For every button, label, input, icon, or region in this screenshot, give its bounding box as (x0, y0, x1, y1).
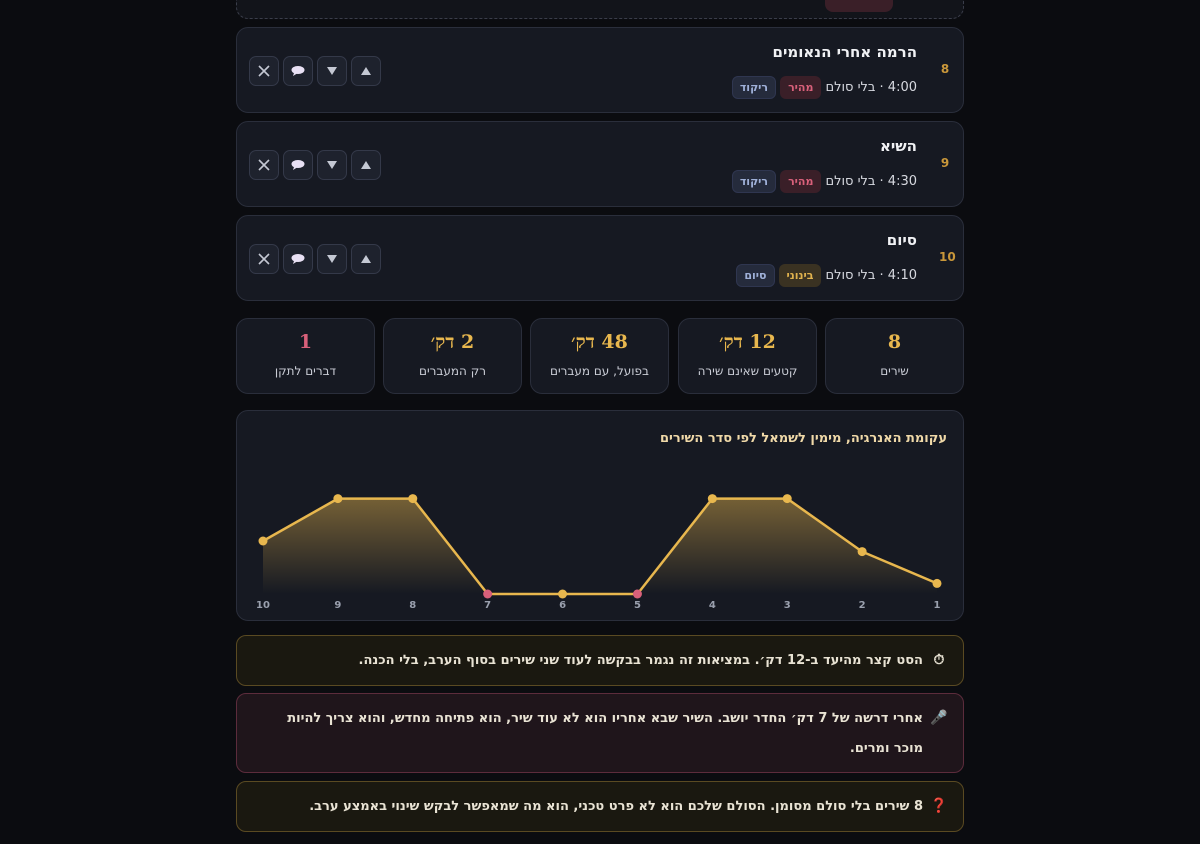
close-icon (258, 253, 270, 265)
energy-area (263, 498, 937, 594)
song-number: 10 (939, 250, 956, 264)
remove-button[interactable] (249, 56, 279, 86)
song-duration-key: 4:00 · בלי סולם (825, 80, 917, 95)
song-number: 9 (940, 156, 950, 170)
energy-point-7 (483, 589, 493, 599)
note-short-set: ⏱ הסט קצר מהיעד ב-12 דק׳. במציאות זה נגמ… (236, 635, 964, 686)
song-duration-key: 4:10 · בלי סולם (825, 268, 917, 283)
stat-label: רק המעברים (419, 364, 486, 378)
comment-button[interactable] (283, 244, 313, 274)
tag-partial (825, 0, 893, 12)
stat-value: 48 דק׳ (571, 331, 628, 353)
x-tick-label: 4 (709, 600, 716, 611)
move-down-button[interactable] (317, 244, 347, 274)
remove-button[interactable] (249, 244, 279, 274)
role-tag: סיום (736, 264, 775, 287)
comment-button[interactable] (283, 150, 313, 180)
chevron-up-icon (360, 66, 372, 76)
chevron-down-icon (326, 66, 338, 76)
stat-card-actual: 48 דק׳ בפועל, עם מעברים (530, 318, 669, 394)
tempo-tag: בינוני (778, 264, 822, 287)
stat-label: דברים לתקן (274, 364, 337, 378)
song-meta: 4:00 · בלי סולם מהיר ריקוד (731, 76, 917, 99)
song-card: 8 הרמה אחרי הנאומים 4:00 · בלי סולם מהיר… (236, 27, 964, 113)
stat-value: 8 (887, 331, 902, 353)
speech-bubble-icon (290, 159, 306, 171)
close-icon (258, 159, 270, 171)
note-missing-keys: ❓ 8 שירים בלי סולם מסומן. הסולם שלכם הוא… (236, 781, 964, 832)
energy-point-8 (408, 494, 418, 504)
stat-card-songs: 8 שירים (825, 318, 964, 394)
close-icon (258, 65, 270, 77)
song-controls (249, 56, 381, 86)
move-down-button[interactable] (317, 150, 347, 180)
energy-point-3 (782, 494, 792, 504)
x-tick-label: 9 (334, 600, 341, 611)
note-text: אחרי דרשה של 7 דק׳ החדר יושב. השיר שבא א… (287, 711, 923, 756)
song-card: 10 סיום 4:10 · בלי סולם בינוני סיום (236, 215, 964, 301)
energy-point-9 (333, 494, 343, 504)
song-card-partial (236, 0, 964, 19)
stat-value: 2 דק׳ (430, 331, 475, 353)
note-text: 8 שירים בלי סולם מסומן. הסולם שלכם הוא ל… (309, 799, 923, 814)
chevron-up-icon (360, 254, 372, 264)
stat-label: שירים (880, 364, 909, 378)
note-text: הסט קצר מהיעד ב-12 דק׳. במציאות זה נגמר … (358, 653, 923, 668)
tempo-tag: מהיר (780, 76, 822, 99)
x-tick-label: 2 (859, 600, 866, 611)
stopwatch-icon: ⏱ (933, 652, 945, 668)
song-meta: 4:10 · בלי סולם בינוני סיום (736, 264, 917, 287)
stat-value: 12 דק׳ (719, 331, 776, 353)
stat-card-issues: 1 דברים לתקן (236, 318, 375, 394)
song-duration-key: 4:30 · בלי סולם (825, 174, 917, 189)
question-icon: ❓ (930, 798, 948, 814)
speech-bubble-icon (290, 65, 306, 77)
stat-card-transitions: 2 דק׳ רק המעברים (383, 318, 522, 394)
song-title: סיום (886, 231, 917, 249)
x-tick-label: 10 (256, 600, 270, 611)
energy-point-4 (707, 494, 717, 504)
stat-value: 1 (298, 331, 313, 353)
energy-point-1 (932, 578, 942, 588)
x-tick-label: 5 (634, 600, 641, 611)
comment-button[interactable] (283, 56, 313, 86)
x-tick-label: 6 (559, 600, 566, 611)
song-controls (249, 150, 381, 180)
note-after-sermon: 🎤 אחרי דרשה של 7 דק׳ החדר יושב. השיר שבא… (236, 693, 964, 773)
tempo-tag: מהיר (780, 170, 822, 193)
move-up-button[interactable] (351, 56, 381, 86)
remove-button[interactable] (249, 150, 279, 180)
x-tick-label: 3 (784, 600, 791, 611)
stat-card-non-singing: 12 דק׳ קטעים שאינם שירה (678, 318, 817, 394)
stat-label: קטעים שאינם שירה (697, 364, 798, 378)
energy-point-2 (857, 547, 867, 557)
energy-chart-card: עקומת האנרגיה, מימין לשמאל לפי סדר השירי… (236, 410, 964, 621)
energy-point-5 (632, 589, 642, 599)
song-number: 8 (940, 62, 950, 76)
move-down-button[interactable] (317, 56, 347, 86)
speech-bubble-icon (290, 253, 306, 265)
role-tag: ריקוד (731, 76, 777, 99)
microphone-icon: 🎤 (930, 710, 948, 726)
song-title: הרמה אחרי הנאומים (772, 43, 918, 61)
energy-point-10 (258, 536, 268, 546)
move-up-button[interactable] (351, 150, 381, 180)
role-tag: ריקוד (731, 170, 777, 193)
move-up-button[interactable] (351, 244, 381, 274)
energy-chart: 1 2 3 4 5 6 7 8 9 10 (256, 494, 942, 611)
x-tick-label: 8 (409, 600, 416, 611)
song-title: השיא (879, 137, 917, 155)
x-tick-label: 1 (934, 600, 941, 611)
chevron-down-icon (326, 160, 338, 170)
song-controls (249, 244, 381, 274)
chevron-down-icon (326, 254, 338, 264)
chevron-up-icon (360, 160, 372, 170)
song-card: 9 השיא 4:30 · בלי סולם מהיר ריקוד (236, 121, 964, 207)
energy-point-6 (558, 589, 568, 599)
x-tick-label: 7 (484, 600, 491, 611)
song-meta: 4:30 · בלי סולם מהיר ריקוד (731, 170, 917, 193)
stat-label: בפועל, עם מעברים (550, 364, 649, 378)
